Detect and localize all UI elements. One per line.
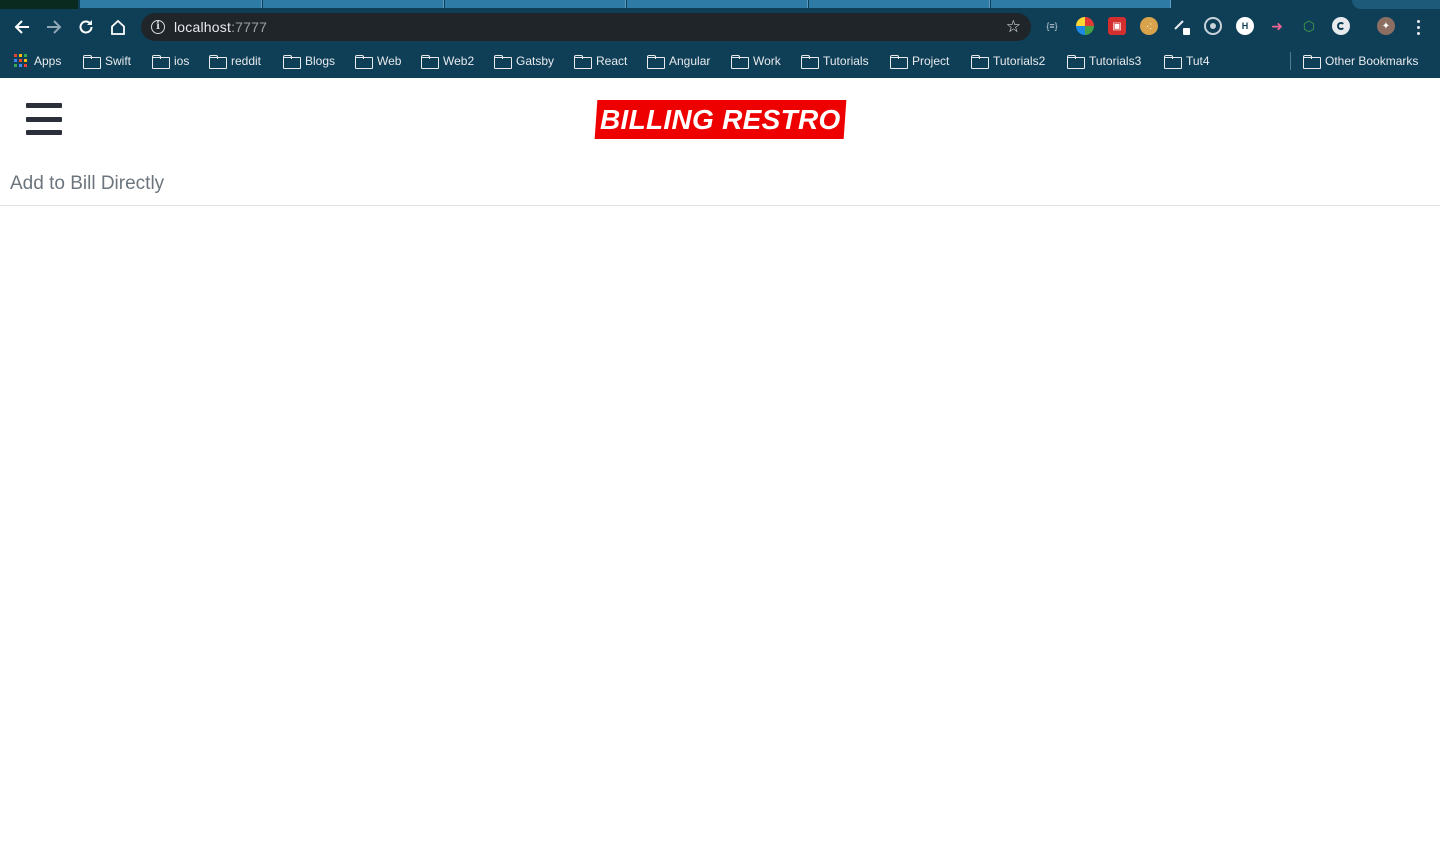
address-bar[interactable]: i localhost:7777 ☆: [141, 13, 1031, 41]
browser-menu-icon[interactable]: [1415, 20, 1421, 35]
folder-icon: [355, 55, 373, 69]
bookmark-folder[interactable]: Web2: [421, 52, 474, 70]
bookmark-label: Swift: [105, 54, 132, 68]
home-icon[interactable]: [106, 15, 130, 39]
bookmark-label: React: [596, 54, 628, 68]
cookie-icon[interactable]: ·:: [1140, 17, 1158, 35]
bookmark-folder[interactable]: Blogs: [283, 52, 335, 70]
bookmarks-divider: [1290, 52, 1291, 70]
nodejs-icon[interactable]: ⬡: [1300, 17, 1318, 35]
bookmark-folder[interactable]: ios: [152, 52, 189, 70]
target-icon[interactable]: [1204, 17, 1222, 35]
folder-icon: [1067, 55, 1085, 69]
bookmark-label: Other Bookmarks: [1325, 54, 1419, 68]
bookmark-folder[interactable]: Tut4: [1164, 52, 1210, 70]
bookmark-label: Project: [912, 54, 950, 68]
folder-icon: [152, 55, 170, 69]
refresh-circle-icon[interactable]: [1332, 17, 1350, 35]
tab[interactable]: [809, 0, 990, 8]
folder-icon: [209, 55, 227, 69]
folder-icon: [731, 55, 749, 69]
bookmark-label: Blogs: [305, 54, 336, 68]
bookmark-label: Web: [377, 54, 402, 68]
app-page: BILLING RESTRO Add to Bill Directly: [0, 78, 1440, 843]
pen-tool-icon[interactable]: [1172, 17, 1190, 35]
apps-grid-icon: [14, 54, 28, 68]
site-info-icon[interactable]: i: [151, 20, 165, 34]
bookmarks-bar: Apps Swift ios reddit Blogs Web Web2 Gat…: [0, 45, 1440, 78]
page-title: Add to Bill Directly: [10, 173, 165, 194]
folder-icon: [1303, 55, 1321, 69]
json-formatter-icon[interactable]: {≡}: [1043, 17, 1061, 35]
bookmark-label: Tutorials2: [993, 54, 1046, 68]
reload-icon[interactable]: [74, 15, 98, 39]
folder-icon: [421, 55, 439, 69]
bookmark-label: Tut4: [1186, 54, 1210, 68]
bookmark-other[interactable]: Other Bookmarks: [1303, 52, 1418, 70]
tab[interactable]: [627, 0, 808, 8]
bookmark-folder[interactable]: Gatsby: [494, 52, 554, 70]
tab[interactable]: [80, 0, 262, 8]
back-icon[interactable]: [10, 15, 34, 39]
title-divider: [0, 205, 1440, 206]
tab-strip: [0, 0, 1440, 9]
bookmark-label: Work: [753, 54, 781, 68]
folder-icon: [647, 55, 665, 69]
bookmark-folder[interactable]: Tutorials2: [971, 52, 1045, 70]
bookmark-label: Apps: [34, 54, 62, 68]
active-tab[interactable]: [0, 0, 78, 9]
folder-icon: [1164, 55, 1182, 69]
browser-toolbar: i localhost:7777 ☆ {≡} ▣ ·: H ➜ ⬡ ✦: [0, 9, 1440, 45]
logo-text: BILLING RESTRO: [600, 103, 841, 135]
forward-icon[interactable]: [42, 15, 66, 39]
color-picker-icon[interactable]: [1076, 17, 1094, 35]
bookmark-label: reddit: [231, 54, 262, 68]
folder-icon: [83, 55, 101, 69]
puzzle-avatar-icon[interactable]: ✦: [1377, 17, 1395, 35]
bookmark-label: Gatsby: [516, 54, 555, 68]
bookmark-apps[interactable]: Apps: [14, 52, 61, 70]
h-badge-icon[interactable]: H: [1236, 17, 1254, 35]
bookmark-folder[interactable]: Swift: [83, 52, 131, 70]
bookmark-folder[interactable]: Tutorials3: [1067, 52, 1141, 70]
bookmark-label: Tutorials3: [1089, 54, 1142, 68]
tab[interactable]: [991, 0, 1171, 8]
folder-icon: [971, 55, 989, 69]
bookmark-folder[interactable]: reddit: [209, 52, 261, 70]
bookmark-folder[interactable]: Web: [355, 52, 401, 70]
url-text[interactable]: localhost:7777: [174, 19, 267, 35]
bookmark-folder[interactable]: Project: [890, 52, 949, 70]
bookmark-label: Tutorials: [823, 54, 869, 68]
arrow-extension-icon[interactable]: ➜: [1268, 17, 1286, 35]
bookmark-folder[interactable]: Tutorials: [801, 52, 869, 70]
bookmark-label: Angular: [669, 54, 711, 68]
folder-icon: [890, 55, 908, 69]
bookmark-folder[interactable]: Angular: [647, 52, 710, 70]
bookmark-folder[interactable]: React: [574, 52, 627, 70]
hamburger-menu-icon[interactable]: [26, 103, 62, 135]
bookmark-star-icon[interactable]: ☆: [1006, 17, 1021, 37]
folder-icon: [494, 55, 512, 69]
tab[interactable]: [263, 0, 444, 8]
folder-icon: [574, 55, 592, 69]
app-logo: BILLING RESTRO: [594, 100, 847, 139]
bookmark-folder[interactable]: Work: [731, 52, 781, 70]
tab[interactable]: [445, 0, 626, 8]
folder-icon: [283, 55, 301, 69]
folder-icon: [801, 55, 819, 69]
profile-button[interactable]: [1352, 0, 1440, 9]
mobile-simulator-icon[interactable]: ▣: [1108, 17, 1126, 35]
url-port: :7777: [231, 19, 268, 35]
url-host: localhost: [174, 19, 232, 35]
bookmark-label: Web2: [443, 54, 475, 68]
bookmark-label: ios: [174, 54, 190, 68]
